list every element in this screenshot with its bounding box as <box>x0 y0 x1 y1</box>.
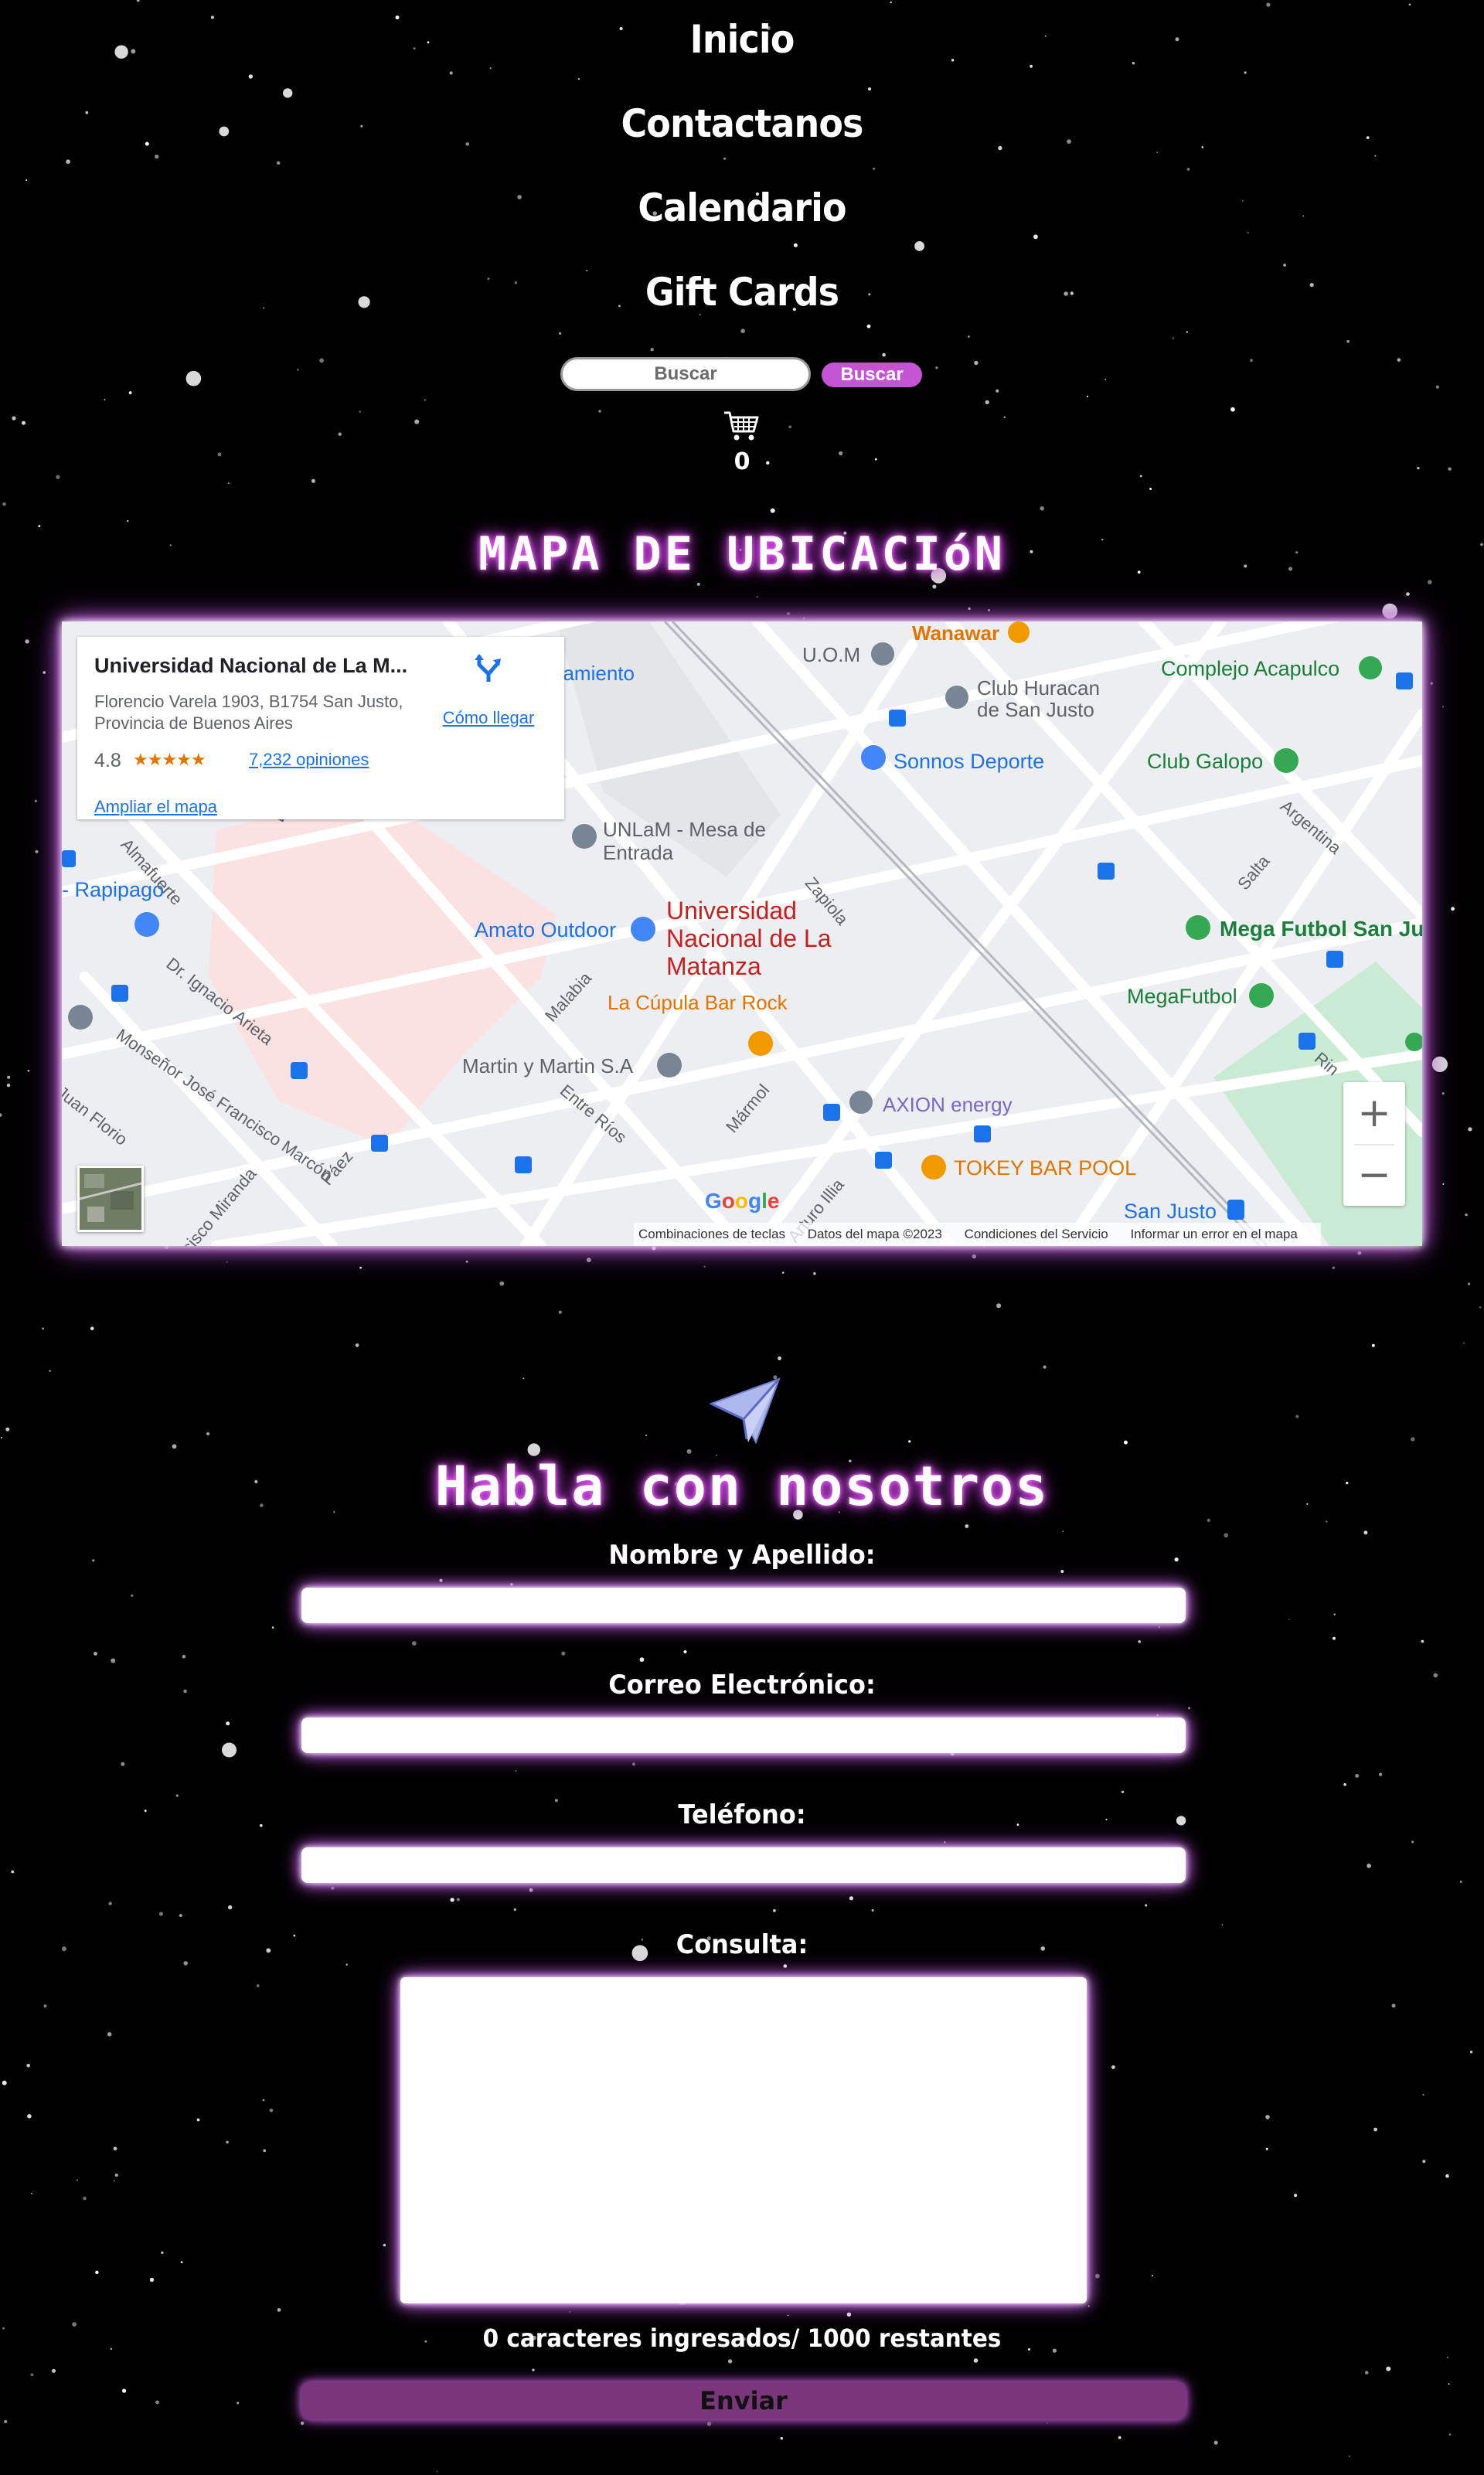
place-address: Florencio Varela 1903, B1754 San Justo, … <box>94 692 403 733</box>
name-label: Nombre y Apellido: <box>608 1540 876 1571</box>
map-attribution: Combinaciones de teclas Datos del mapa ©… <box>634 1223 1321 1246</box>
directions-icon[interactable] <box>473 652 504 683</box>
google-letter-o2: o <box>734 1189 748 1213</box>
map-label-complejo-acapulco: Complejo Acapulco <box>1161 657 1340 680</box>
google-letter-o1: o <box>721 1189 735 1213</box>
contact-section-title: Habla con nosotros <box>434 1455 1050 1518</box>
cart-count: 0 <box>733 448 751 475</box>
zoom-out-button[interactable]: − <box>1343 1144 1405 1206</box>
query-label: Consulta: <box>676 1929 808 1960</box>
phone-field[interactable] <box>301 1847 1186 1883</box>
map-label-megafutbol: MegaFutbol <box>1127 985 1237 1008</box>
map-label-wanawar: Wanawar <box>912 621 1000 645</box>
map-label-universidad: Universidad Nacional de La Matanza <box>666 897 832 980</box>
map-label-club-huracan: Club Huracan de San Justo <box>977 676 1100 721</box>
paper-plane-icon <box>710 1377 781 1444</box>
keyboard-shortcuts-link[interactable]: Combinaciones de teclas <box>638 1227 785 1241</box>
zoom-in-button[interactable]: + <box>1343 1082 1405 1144</box>
map-label-sonnos-deporte: Sonnos Deporte <box>893 750 1045 773</box>
google-letter-g2: g <box>748 1189 762 1213</box>
place-name: Universidad Nacional de La M... <box>94 654 408 677</box>
map-label-club-galopo: Club Galopo <box>1147 750 1264 773</box>
map-label-tokey-bar-pool: TOKEY BAR POOL <box>954 1156 1137 1180</box>
map-section-title: MAPA DE UBICACIóN <box>478 527 1006 581</box>
map-label-unlam-mesa: UNLaM - Mesa de Entrada <box>603 818 766 864</box>
satellite-toggle[interactable] <box>77 1166 144 1232</box>
nav-link-inicio[interactable]: Inicio <box>60 17 1424 62</box>
nav-link-calendario[interactable]: Calendario <box>60 186 1424 230</box>
search-input[interactable] <box>560 357 811 391</box>
embedded-map[interactable]: Wanawar U.O.M Club Huracan de San Justo … <box>62 621 1422 1246</box>
submit-button[interactable]: Enviar <box>301 2382 1186 2419</box>
satellite-thumbnail-icon <box>79 1168 142 1230</box>
map-label-mega-futbol-san-justo: Mega Futbol San Jus <box>1220 917 1422 941</box>
search-form: Buscar <box>560 357 924 394</box>
map-label-amato-outdoor: Amato Outdoor <box>475 918 617 941</box>
map-label-uom: U.O.M <box>802 643 861 666</box>
email-field[interactable] <box>301 1718 1186 1753</box>
map-label-axion-energy: AXION energy <box>883 1093 1013 1116</box>
query-textarea[interactable] <box>400 1977 1087 2303</box>
directions-link[interactable]: Cómo llegar <box>434 708 543 728</box>
enlarge-map-link[interactable]: Ampliar el mapa <box>94 797 217 817</box>
reviews-link[interactable]: 7,232 opiniones <box>249 750 369 770</box>
nav-link-contactanos[interactable]: Contactanos <box>60 101 1424 146</box>
character-counter: 0 caracteres ingresados/ 1000 restantes <box>482 2324 1002 2353</box>
zoom-control: + − <box>1343 1082 1405 1206</box>
search-button[interactable]: Buscar <box>822 363 922 387</box>
map-data-text: Datos del mapa ©2023 <box>807 1227 942 1241</box>
phone-label: Teléfono: <box>678 1799 806 1830</box>
google-letter-e: e <box>767 1189 780 1213</box>
place-info-card: Universidad Nacional de La M... Florenci… <box>77 637 564 819</box>
name-field[interactable] <box>301 1588 1186 1623</box>
nav-link-gift-cards[interactable]: Gift Cards <box>60 270 1424 315</box>
google-logo: Google <box>705 1189 779 1214</box>
terms-link[interactable]: Condiciones del Servicio <box>965 1227 1108 1241</box>
shopping-cart-icon[interactable] <box>723 410 761 442</box>
map-label-la-cupula: La Cúpula Bar Rock <box>608 991 788 1014</box>
map-label-san-justo: San Justo <box>1124 1200 1217 1223</box>
map-label-estacionamiento: namiento <box>552 662 635 685</box>
place-rating: 4.8 <box>94 750 121 771</box>
rating-stars-icon: ★★★★★ <box>133 750 206 769</box>
map-label-martin-y-martin: Martin y Martin S.A <box>462 1054 634 1077</box>
google-letter-l: l <box>761 1189 768 1213</box>
google-letter-g: G <box>705 1189 722 1213</box>
report-error-link[interactable]: Informar un error en el mapa <box>1130 1227 1297 1241</box>
email-label: Correo Electrónico: <box>608 1670 876 1700</box>
